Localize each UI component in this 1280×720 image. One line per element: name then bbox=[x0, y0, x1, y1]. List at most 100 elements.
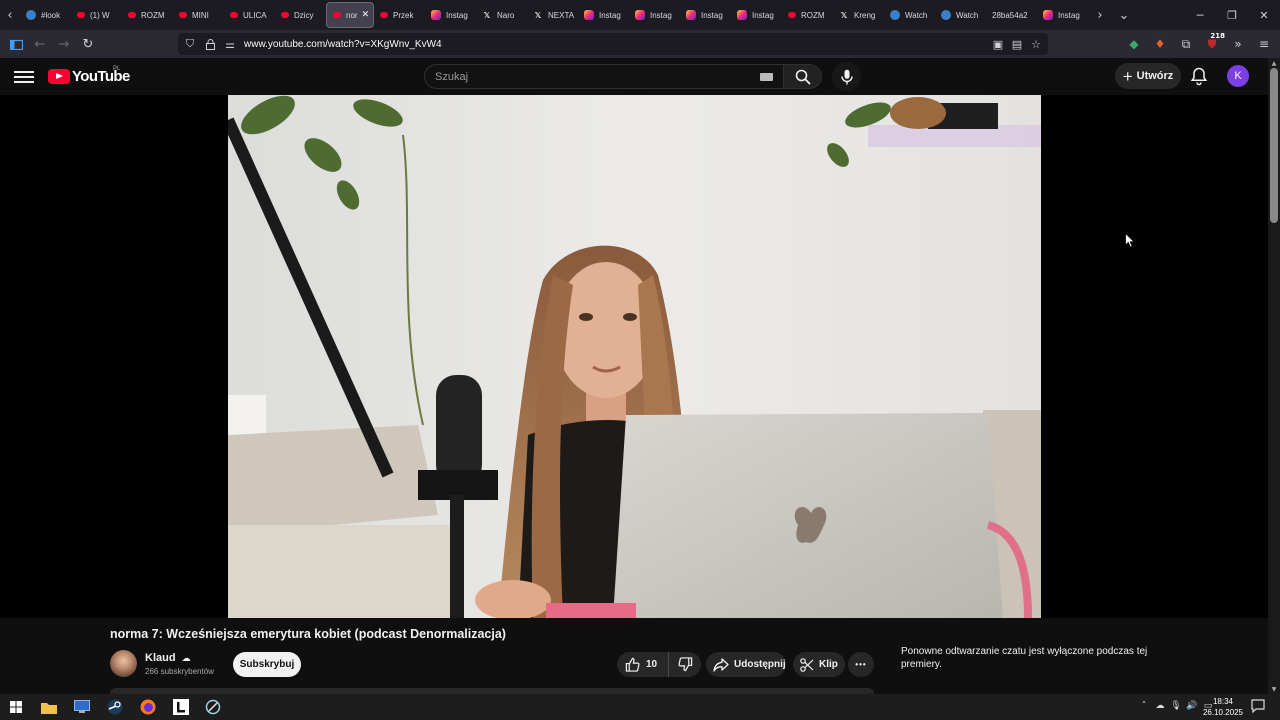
app-snipping-icon[interactable] bbox=[203, 697, 223, 717]
firefox-icon[interactable] bbox=[138, 697, 158, 717]
tab-label: Watch bbox=[905, 10, 928, 20]
browser-tab[interactable]: #look bbox=[20, 2, 71, 28]
dislike-button[interactable] bbox=[669, 652, 701, 677]
browser-tab[interactable]: Instag bbox=[578, 2, 629, 28]
microphone-tray-icon[interactable]: 🎙 bbox=[1170, 699, 1182, 713]
channel-avatar[interactable] bbox=[110, 650, 137, 677]
search-button[interactable] bbox=[784, 64, 822, 89]
app-l-icon[interactable] bbox=[171, 697, 191, 717]
notification-center-icon[interactable] bbox=[1251, 699, 1265, 714]
tab-scroll-right-icon[interactable]: › bbox=[1090, 0, 1110, 30]
more-actions-button[interactable]: ••• bbox=[848, 652, 874, 677]
address-bar[interactable]: ⛉ ⚌ www.youtube.com/watch?v=XKgWnv_KvW4 … bbox=[178, 33, 1048, 55]
browser-tab[interactable]: Instag bbox=[1037, 2, 1088, 28]
page-scrollbar[interactable]: ▲ ▼ bbox=[1268, 58, 1280, 694]
steam-icon[interactable] bbox=[105, 697, 125, 717]
back-icon[interactable]: ← bbox=[28, 32, 52, 56]
video-frame[interactable] bbox=[228, 95, 1041, 618]
tab-label: MINI bbox=[192, 10, 209, 20]
search-input[interactable]: Szukaj bbox=[424, 64, 784, 89]
browser-tab[interactable]: nor ✕ bbox=[326, 2, 374, 28]
url-text[interactable]: www.youtube.com/watch?v=XKgWnv_KvW4 bbox=[244, 39, 442, 50]
microphone-icon bbox=[840, 69, 853, 84]
picture-in-picture-icon[interactable]: ▣ bbox=[990, 36, 1006, 52]
site-permissions-icon[interactable]: ⚌ bbox=[222, 36, 238, 52]
browser-tab[interactable]: Instag bbox=[731, 2, 782, 28]
tab-label: nor bbox=[346, 10, 358, 20]
forward-icon[interactable]: → bbox=[52, 32, 76, 56]
reader-view-icon[interactable]: ▤ bbox=[1009, 36, 1025, 52]
tab-scroll-left-icon[interactable]: ‹ bbox=[0, 0, 20, 30]
close-window-icon[interactable]: ✕ bbox=[1248, 0, 1280, 30]
close-tab-icon[interactable]: ✕ bbox=[362, 10, 370, 20]
tab-label: ULICA bbox=[243, 10, 267, 20]
sidebar-toggle-icon[interactable] bbox=[4, 32, 28, 56]
restore-icon[interactable]: ❐ bbox=[1216, 0, 1248, 30]
remote-desktop-icon[interactable] bbox=[72, 697, 92, 717]
tab-list: #look (1) W ROZM MINI ULICA Dzicy nor ✕ Przek Ins… bbox=[20, 0, 1088, 30]
share-button[interactable]: Udostępnij bbox=[706, 652, 786, 677]
browser-tab[interactable]: ROZM bbox=[782, 2, 833, 28]
extensions-puzzle-icon[interactable]: ⧉ bbox=[1176, 33, 1196, 55]
generic-icon bbox=[941, 10, 951, 20]
reload-icon[interactable]: ↻ bbox=[76, 32, 100, 56]
create-label: Utwórz bbox=[1136, 70, 1174, 82]
browser-tab[interactable]: 𝕏 Kreng bbox=[833, 2, 884, 28]
app-menu-icon[interactable]: ≡ bbox=[1254, 33, 1274, 55]
account-avatar[interactable]: K bbox=[1227, 65, 1249, 87]
subscriber-count: 266 subskrybentów bbox=[145, 667, 214, 676]
keyboard-icon[interactable] bbox=[760, 73, 773, 81]
overflow-chevron-icon[interactable]: » bbox=[1228, 33, 1248, 55]
generic-icon bbox=[26, 10, 36, 20]
browser-tab[interactable]: Instag bbox=[629, 2, 680, 28]
fox-extension-icon[interactable]: ♦ bbox=[1150, 33, 1170, 55]
browser-tab[interactable]: Watch bbox=[884, 2, 935, 28]
browser-tab[interactable]: Instag bbox=[680, 2, 731, 28]
browser-tab[interactable]: MINI bbox=[173, 2, 224, 28]
browser-tab[interactable]: 𝕏 NEXTA bbox=[527, 2, 578, 28]
browser-tab[interactable]: Instag bbox=[425, 2, 476, 28]
windows-taskbar: ˄ ☁ 🎙 🔊 ▭ 18:34 26.10.2025 bbox=[0, 694, 1280, 720]
show-hidden-icons-icon[interactable]: ˄ bbox=[1138, 699, 1150, 713]
browser-tab[interactable]: ROZM bbox=[122, 2, 173, 28]
list-all-tabs-icon[interactable]: ⌄ bbox=[1114, 0, 1134, 30]
file-explorer-icon[interactable] bbox=[39, 697, 59, 717]
instagram-icon bbox=[686, 10, 696, 20]
channel-name[interactable]: Klaud ☁ bbox=[145, 652, 191, 664]
browser-tab[interactable]: Dzicy bbox=[275, 2, 326, 28]
tab-label: Instag bbox=[701, 10, 723, 20]
guide-menu-icon[interactable] bbox=[14, 67, 34, 87]
clock-date: 26.10.2025 bbox=[1202, 708, 1244, 717]
scroll-up-icon[interactable]: ▲ bbox=[1268, 58, 1280, 68]
scroll-down-icon[interactable]: ▼ bbox=[1268, 684, 1280, 694]
taskbar-clock[interactable]: 18:34 26.10.2025 bbox=[1200, 696, 1246, 718]
ublock-icon[interactable]: ⛊ 218 bbox=[1202, 32, 1225, 55]
youtube-icon bbox=[77, 12, 85, 18]
chat-replay-notice: Ponowne odtwarzanie czatu jest wyłączone… bbox=[901, 646, 1148, 670]
browser-tab[interactable]: (1) W bbox=[71, 2, 122, 28]
clip-button[interactable]: Klip bbox=[793, 652, 845, 677]
voice-search-button[interactable] bbox=[832, 62, 861, 91]
windows-start-icon[interactable] bbox=[6, 697, 26, 717]
video-player[interactable] bbox=[0, 95, 1268, 618]
browser-tab[interactable]: Watch bbox=[935, 2, 986, 28]
volume-icon[interactable]: 🔊 bbox=[1186, 699, 1198, 713]
bookmark-star-icon[interactable]: ☆ bbox=[1028, 36, 1044, 52]
youtube-icon bbox=[179, 12, 187, 18]
browser-tab[interactable]: 𝕏 Naro bbox=[476, 2, 527, 28]
notifications-bell-icon[interactable] bbox=[1189, 66, 1209, 86]
browser-tab[interactable]: Przek bbox=[374, 2, 425, 28]
scrollbar-thumb[interactable] bbox=[1270, 68, 1278, 223]
tracking-protection-icon[interactable]: ⛉ bbox=[182, 36, 198, 52]
create-button[interactable]: + Utwórz bbox=[1115, 63, 1181, 89]
lock-icon[interactable] bbox=[202, 36, 218, 52]
onedrive-cloud-icon[interactable]: ☁ bbox=[1154, 699, 1166, 713]
tab-label: Naro bbox=[497, 10, 515, 20]
minimize-icon[interactable]: ─ bbox=[1184, 0, 1216, 30]
subscribe-button[interactable]: Subskrybuj bbox=[233, 652, 301, 677]
vpn-shield-icon[interactable]: ◆ bbox=[1124, 33, 1144, 55]
video-title: norma 7: Wcześniejsza emerytura kobiet (… bbox=[110, 627, 506, 641]
browser-tab[interactable]: 28ba54a2 bbox=[986, 2, 1037, 28]
like-button[interactable]: 10 bbox=[617, 652, 669, 677]
browser-tab[interactable]: ULICA bbox=[224, 2, 275, 28]
